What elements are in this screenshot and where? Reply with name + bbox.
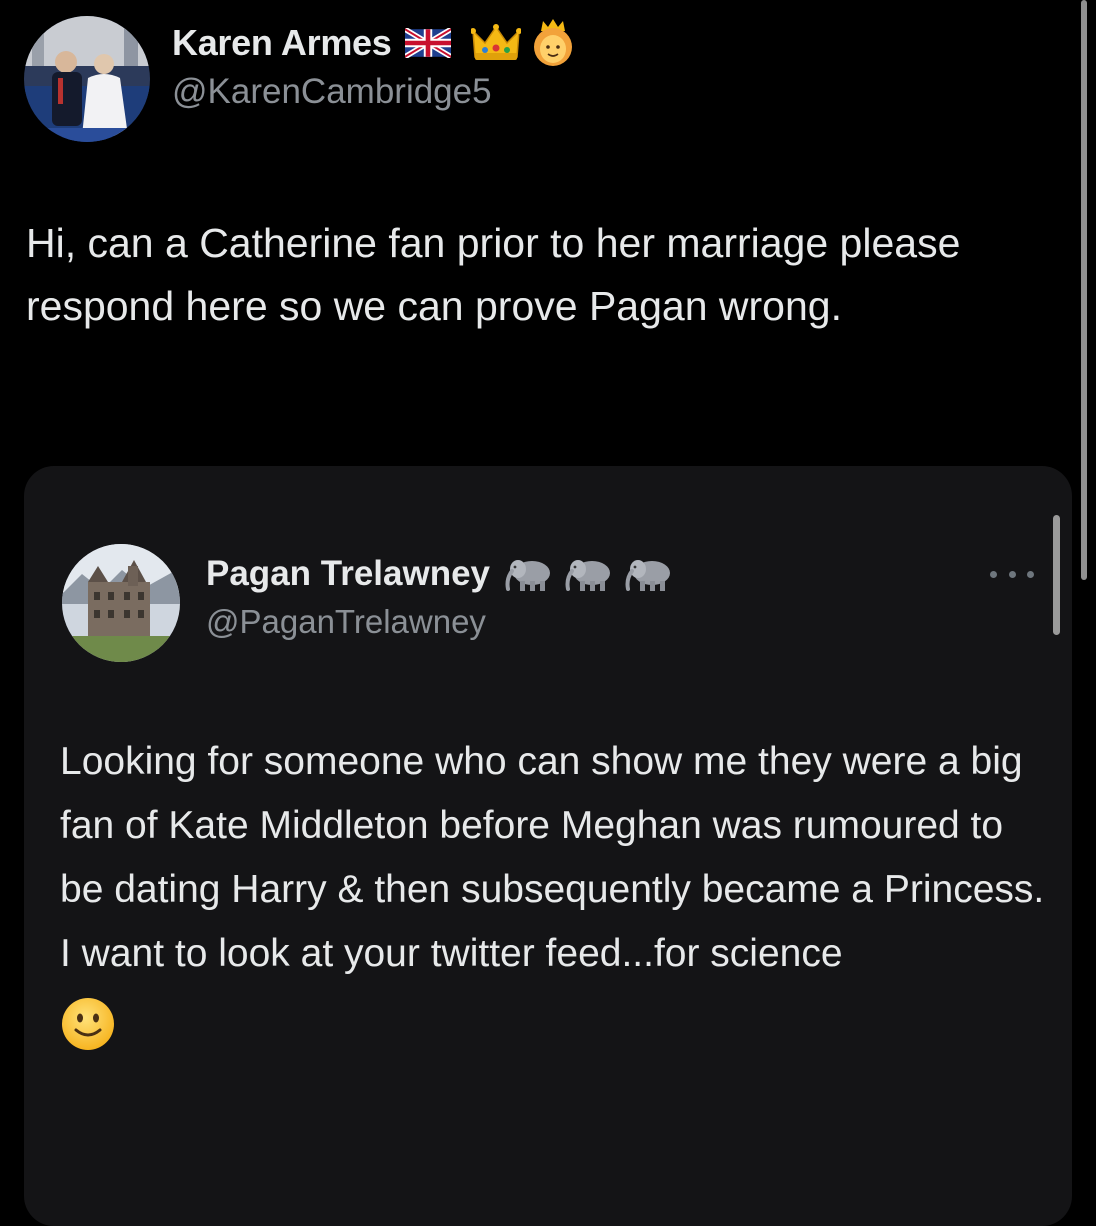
author-name[interactable]: Karen Armes [172,22,392,64]
author-info: Karen Armes @KarenCambridge5 [172,18,575,112]
quoted-tweet-card[interactable]: Pagan Trelawney @PaganTrelawney Looking … [24,466,1072,1226]
elephant-emoji [504,557,554,591]
princess-emoji [531,19,575,67]
quoted-tweet-text: Looking for someone who can show me they… [60,730,1050,1052]
slightly-smiling-face-emoji [60,996,1050,1052]
crown-emoji [470,23,523,63]
elephant-emoji [624,557,674,591]
quoted-tweet-scrollbar[interactable] [1053,515,1060,635]
uk-flag-emoji [404,26,453,60]
author-avatar[interactable] [24,16,150,142]
main-tweet-header: Karen Armes @KarenCambridge5 [24,16,575,142]
quoted-tweet-header: Pagan Trelawney @PaganTrelawney [62,544,674,662]
more-dot [1008,570,1016,578]
quoted-tweet-body: Looking for someone who can show me they… [60,740,1045,975]
quoted-author-handle[interactable]: @PaganTrelawney [206,603,674,641]
author-name-row: Karen Armes [172,18,575,68]
elephant-emoji [564,557,614,591]
more-dot [990,570,997,578]
author-handle[interactable]: @KarenCambridge5 [172,72,575,112]
quoted-author-name[interactable]: Pagan Trelawney [206,554,490,594]
tweet-text: Hi, can a Catherine fan prior to her mar… [26,220,961,329]
more-options-button[interactable] [990,564,1034,584]
more-dot [1027,570,1034,578]
quoted-author-info: Pagan Trelawney @PaganTrelawney [206,551,674,641]
quoted-author-name-row: Pagan Trelawney [206,551,674,597]
page-scrollbar[interactable] [1081,0,1087,580]
quoted-author-avatar[interactable] [62,544,180,662]
